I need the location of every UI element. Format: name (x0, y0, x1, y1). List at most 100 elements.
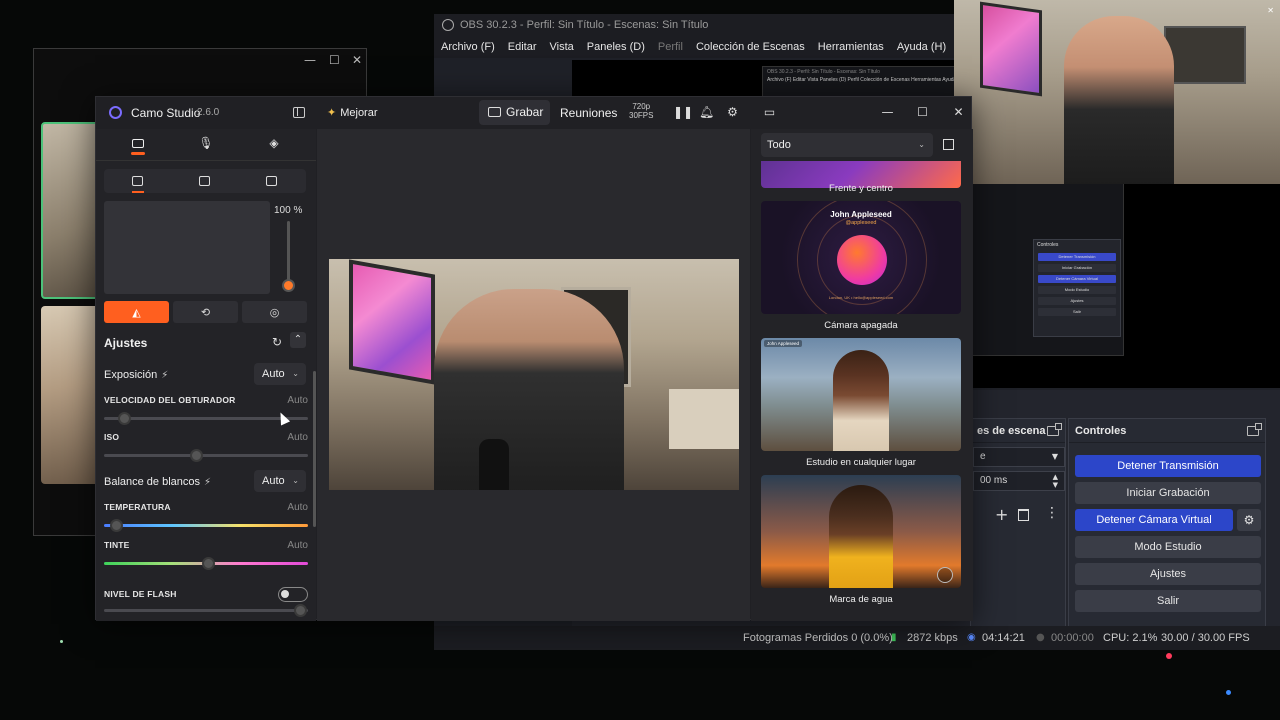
mirror-button[interactable]: ◭ (104, 301, 169, 323)
tab-layers[interactable]: ◈ (240, 131, 308, 155)
zoom-slider[interactable] (287, 221, 290, 283)
undock-icon[interactable] (1247, 422, 1262, 436)
zoom-value: 100 % (274, 205, 303, 216)
backgrounds-panel: Todo ⌄ Frente y centro John Appleseed @ap… (751, 129, 973, 621)
menu-vista[interactable]: Vista (550, 41, 574, 53)
add-icon[interactable]: + (995, 505, 1008, 524)
minimize-icon[interactable]: — (881, 106, 894, 119)
iso-label: ISO (104, 432, 120, 442)
record-button[interactable]: Grabar (479, 100, 550, 125)
zoom-slider-handle[interactable] (282, 279, 295, 292)
camera-lens-button[interactable]: ◎ (242, 301, 307, 323)
maximize-icon[interactable]: ☐ (916, 106, 929, 119)
background-filter-dropdown[interactable]: Todo ⌄ (761, 133, 933, 157)
stop-virtual-camera-button[interactable]: Detener Cámara Virtual (1075, 509, 1233, 531)
sparkle-icon: ✦ (327, 107, 337, 119)
zoom-preview[interactable] (104, 201, 270, 294)
more-options-icon[interactable]: ⋮ (1045, 505, 1059, 521)
tab-audio[interactable]: 🎙︎ (172, 131, 240, 155)
pause-icon[interactable]: ❚❚ (673, 106, 693, 119)
rotate-button[interactable]: ⟲ (173, 301, 238, 323)
fps: 30.00 / 30.00 FPS (1161, 632, 1250, 644)
background-card[interactable]: John Appleseed @appleseed London, UK • h… (761, 201, 961, 314)
framing-fit-option[interactable] (104, 169, 171, 193)
slider-handle[interactable] (294, 604, 307, 617)
menu-herramientas[interactable]: Herramientas (818, 41, 884, 53)
undock-icon[interactable] (1047, 422, 1062, 436)
chevron-down-icon: ⌄ (292, 476, 299, 485)
start-recording-button[interactable]: Iniciar Grabación (1075, 482, 1261, 504)
slider-handle[interactable] (202, 557, 215, 570)
backgrounds-list: Frente y centro John Appleseed @applesee… (751, 161, 973, 621)
camera-preview-video[interactable] (329, 259, 739, 490)
stream-time: 04:14:21 (982, 632, 1025, 644)
frame-fit-icon (132, 176, 143, 186)
close-icon[interactable]: ✕ (1267, 6, 1274, 15)
record-icon (488, 107, 501, 117)
menu-editar[interactable]: Editar (508, 41, 537, 53)
enhance-label: Mejorar (340, 107, 378, 119)
menu-archivo[interactable]: Archivo (F) (441, 41, 495, 53)
meetings-button[interactable]: Reuniones (560, 106, 617, 120)
panel-toggle-icon[interactable]: ▭ (763, 106, 776, 119)
slider-handle[interactable] (110, 519, 123, 532)
stop-stream-button[interactable]: Detener Transmisión (1075, 455, 1261, 477)
signal-bars-icon: ▮ (891, 632, 897, 643)
flash-level-label: NIVEL DE FLASH (104, 589, 177, 599)
framing-center-option[interactable] (171, 169, 238, 193)
transition-duration-field[interactable]: 00 ms ▲ ▼ (973, 471, 1065, 491)
background-filter-value: Todo (767, 139, 791, 151)
source-thumbnail[interactable] (41, 306, 103, 484)
temperature-slider[interactable] (104, 519, 308, 532)
white-balance-dropdown[interactable]: Auto ⌄ (254, 470, 306, 492)
studio-mode-button[interactable]: Modo Estudio (1075, 536, 1261, 558)
close-icon[interactable]: ✕ (352, 53, 362, 67)
source-thumbnail[interactable] (41, 122, 103, 299)
flash-level-slider[interactable] (104, 604, 308, 617)
framing-person-option[interactable] (238, 169, 305, 193)
settings-button[interactable]: Ajustes (1075, 563, 1261, 585)
dropped-frames: Fotogramas Perdidos 0 (0.0%) (743, 632, 893, 644)
menu-coleccion-escenas[interactable]: Colección de Escenas (696, 41, 805, 53)
virtual-camera-settings-button[interactable]: ⚙ (1237, 509, 1261, 531)
gear-icon[interactable]: ⚙ (726, 106, 739, 119)
iso-slider[interactable] (104, 449, 308, 462)
tint-label: TINTE (104, 540, 130, 550)
grid-view-icon[interactable] (943, 139, 954, 150)
menu-paneles[interactable]: Paneles (D) (587, 41, 645, 53)
minimize-icon[interactable]: — (304, 53, 316, 67)
settings-scrollbar[interactable] (313, 371, 316, 527)
stream-status-icon: ◉ (967, 632, 976, 643)
exit-button[interactable]: Salir (1075, 590, 1261, 612)
flash-toggle[interactable] (278, 587, 308, 602)
menu-perfil[interactable]: Perfil (658, 41, 683, 53)
chevron-up-icon[interactable]: ⌃ (290, 332, 306, 348)
reset-icon[interactable]: ↻ (272, 335, 282, 349)
bell-icon[interactable]: 🔔︎ (699, 106, 714, 119)
sidebar-toggle-icon[interactable] (293, 107, 305, 118)
tint-slider[interactable] (104, 557, 308, 570)
card-handle: @appleseed (845, 220, 877, 226)
cpu-usage: CPU: 2.1% (1103, 632, 1158, 644)
maximize-icon[interactable]: ☐ (329, 53, 340, 67)
enhance-button[interactable]: ✦ Mejorar (327, 106, 378, 119)
gear-icon: ⚙ (1243, 513, 1255, 527)
white-balance-value: Auto (262, 475, 285, 487)
white-balance-text: Balance de blancos (104, 476, 201, 488)
microphone-icon: 🎙︎ (198, 136, 214, 150)
tab-video[interactable] (104, 131, 172, 155)
exposure-dropdown[interactable]: Auto ⌄ (254, 363, 306, 385)
close-icon[interactable]: ✕ (952, 106, 965, 119)
record-status-icon: ● (1036, 632, 1045, 643)
delete-icon[interactable] (1018, 509, 1029, 521)
slider-handle[interactable] (190, 449, 203, 462)
menu-ayuda[interactable]: Ayuda (H) (897, 41, 946, 53)
webcam-overlay: ✕ (954, 0, 1280, 184)
transition-select[interactable]: e ▼ (973, 447, 1065, 467)
layers-icon: ◈ (269, 136, 279, 150)
transitions-dock: es de escena e ▼ 00 ms ▲ ▼ + ⋮ (970, 418, 1066, 636)
background-card[interactable]: John Appleseed (761, 338, 961, 451)
background-card[interactable] (761, 475, 961, 588)
resolution-badge[interactable]: 720p 30FPS (629, 102, 653, 120)
slider-handle[interactable] (118, 412, 131, 425)
